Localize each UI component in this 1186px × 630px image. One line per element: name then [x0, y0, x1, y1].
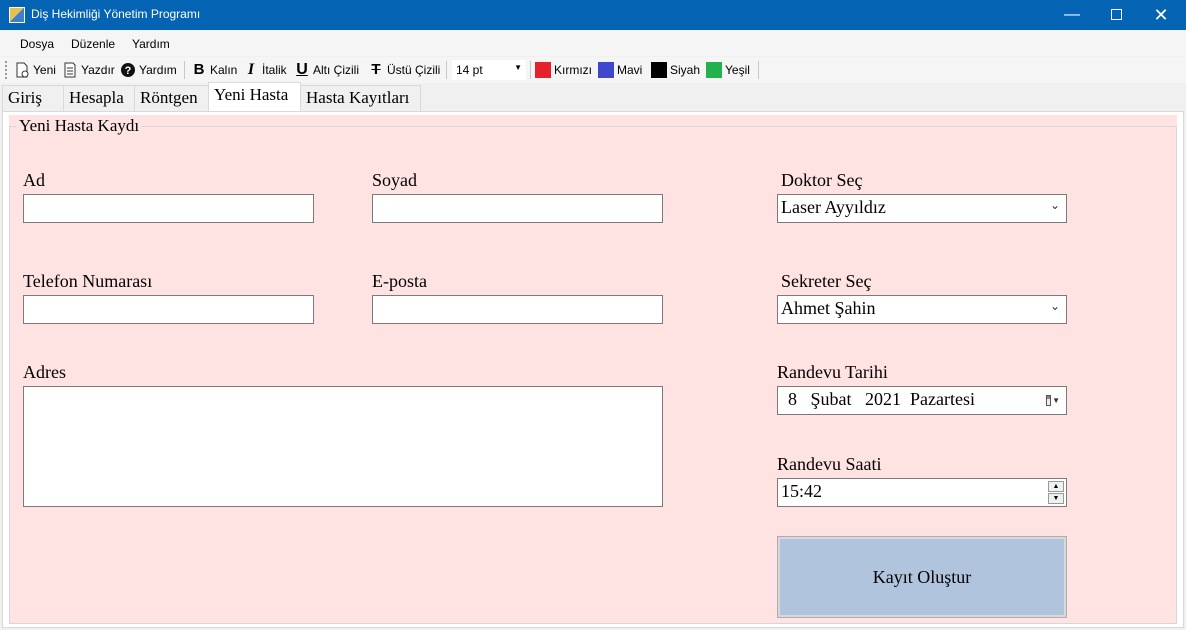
randevu-date-picker[interactable]: 8 Şubat 2021 Pazartesi ▼	[777, 386, 1067, 415]
ad-input[interactable]	[23, 194, 314, 223]
telefon-label: Telefon Numarası	[23, 271, 153, 291]
date-year[interactable]: 2021	[865, 389, 901, 409]
toolbar-separator	[446, 61, 447, 79]
color-green-button[interactable]: Yeşil	[706, 61, 750, 79]
window-title: Diş Hekimliği Yönetim Programı	[31, 7, 201, 21]
app-icon	[9, 7, 25, 23]
print-icon	[62, 62, 78, 78]
italic-label: İtalik	[262, 63, 287, 77]
eposta-input[interactable]	[372, 295, 663, 324]
black-swatch-icon	[651, 62, 667, 78]
menu-dosya[interactable]: Dosya	[20, 37, 54, 51]
italic-icon: I	[247, 61, 255, 78]
toolbar-separator	[530, 61, 531, 79]
toolbar-separator	[758, 61, 759, 79]
help-button[interactable]: ? Yardım	[120, 61, 177, 79]
adres-textarea[interactable]	[23, 386, 663, 507]
underline-icon: U	[296, 61, 308, 78]
svg-text:?: ?	[125, 65, 132, 77]
date-month[interactable]: Şubat	[811, 389, 852, 409]
print-label: Yazdır	[81, 63, 115, 77]
calendar-dropdown-button[interactable]: ▼	[1046, 393, 1060, 407]
tab-hesapla[interactable]: Hesapla	[63, 85, 135, 111]
dropdown-arrow-icon: ▼	[514, 63, 522, 72]
menu-bar: Dosya Düzenle Yardım	[0, 31, 1186, 56]
color-green-label: Yeşil	[725, 63, 750, 77]
maximize-icon	[1110, 9, 1122, 21]
strikethrough-label: Üstü Çizili	[387, 63, 441, 77]
tab-giris[interactable]: Giriş	[2, 85, 64, 111]
underline-button[interactable]: U Altı Çizili	[294, 61, 359, 79]
create-record-button[interactable]: Kayıt Oluştur	[777, 536, 1067, 618]
new-button[interactable]: Yeni	[14, 61, 56, 79]
color-black-label: Siyah	[670, 63, 701, 77]
ad-label: Ad	[23, 170, 45, 190]
date-day[interactable]: 8	[788, 389, 797, 409]
italic-button[interactable]: I İtalik	[243, 61, 287, 79]
color-red-button[interactable]: Kırmızı	[535, 61, 592, 79]
color-red-label: Kırmızı	[554, 63, 592, 77]
doktor-select[interactable]: Laser Ayyıldız ⌄	[777, 194, 1067, 223]
toolbar-grip[interactable]	[5, 61, 8, 79]
help-icon: ?	[120, 62, 136, 78]
doktor-value: Laser Ayyıldız	[781, 197, 886, 217]
green-swatch-icon	[706, 62, 722, 78]
new-label: Yeni	[33, 63, 56, 77]
color-black-button[interactable]: Siyah	[651, 61, 700, 79]
date-weekday[interactable]: Pazartesi	[910, 389, 975, 409]
soyad-label: Soyad	[372, 170, 417, 190]
sekreter-select[interactable]: Ahmet Şahin ⌄	[777, 295, 1067, 324]
bold-label: Kalın	[210, 63, 238, 77]
toolbar: Yeni Yazdır ? Yardım B Kalın I İtalik U …	[0, 57, 1186, 83]
eposta-label: E-posta	[372, 271, 427, 291]
print-button[interactable]: Yazdır	[62, 61, 115, 79]
blue-swatch-icon	[598, 62, 614, 78]
doktor-label: Doktor Seç	[781, 170, 863, 190]
telefon-input[interactable]	[23, 295, 314, 324]
spin-down-icon[interactable]: ▼	[1048, 493, 1064, 504]
calendar-icon	[1046, 394, 1052, 406]
adres-label: Adres	[23, 362, 66, 382]
group-title: Yeni Hasta Kaydı	[16, 116, 143, 136]
menu-duzenle[interactable]: Düzenle	[71, 37, 115, 51]
dropdown-arrow-icon: ▼	[1052, 395, 1060, 405]
strikethrough-icon: T	[371, 61, 381, 78]
help-label: Yardım	[139, 63, 177, 77]
tab-rontgen[interactable]: Röntgen	[134, 85, 209, 111]
date-parts: 8 Şubat 2021 Pazartesi	[788, 389, 975, 410]
spin-up-icon[interactable]: ▲	[1048, 481, 1064, 492]
tab-hasta-kayitlari[interactable]: Hasta Kayıtları	[300, 85, 421, 111]
menu-yardim[interactable]: Yardım	[132, 37, 170, 51]
color-blue-label: Mavi	[617, 63, 643, 77]
time-value[interactable]: 15:42	[781, 481, 822, 501]
chevron-down-icon: ⌄	[1049, 299, 1060, 313]
strikethrough-button[interactable]: T Üstü Çizili	[368, 61, 440, 79]
color-blue-button[interactable]: Mavi	[598, 61, 642, 79]
new-document-icon	[14, 62, 30, 78]
sekreter-value: Ahmet Şahin	[781, 298, 876, 318]
red-swatch-icon	[535, 62, 551, 78]
bold-button[interactable]: B Kalın	[191, 61, 238, 79]
bold-icon: B	[193, 61, 205, 78]
time-spinner[interactable]: ▲ ▼	[1048, 481, 1064, 504]
title-bar: Diş Hekimliği Yönetim Programı — ✕	[0, 0, 1186, 30]
minimize-button[interactable]: —	[1049, 0, 1095, 30]
close-button[interactable]: ✕	[1138, 0, 1184, 30]
font-size-value: 14 pt	[456, 63, 483, 77]
maximize-button[interactable]	[1093, 0, 1139, 30]
chevron-down-icon: ⌄	[1049, 198, 1060, 212]
randevu-time-picker[interactable]: 15:42 ▲ ▼	[777, 478, 1067, 507]
sekreter-label: Sekreter Seç	[781, 271, 872, 291]
saat-label: Randevu Saati	[777, 454, 882, 474]
tarih-label: Randevu Tarihi	[777, 362, 888, 382]
soyad-input[interactable]	[372, 194, 663, 223]
underline-label: Altı Çizili	[313, 63, 360, 77]
tab-yeni-hasta[interactable]: Yeni Hasta	[208, 82, 301, 111]
toolbar-separator	[184, 61, 185, 79]
font-size-select[interactable]: 14 pt ▼	[451, 59, 527, 81]
